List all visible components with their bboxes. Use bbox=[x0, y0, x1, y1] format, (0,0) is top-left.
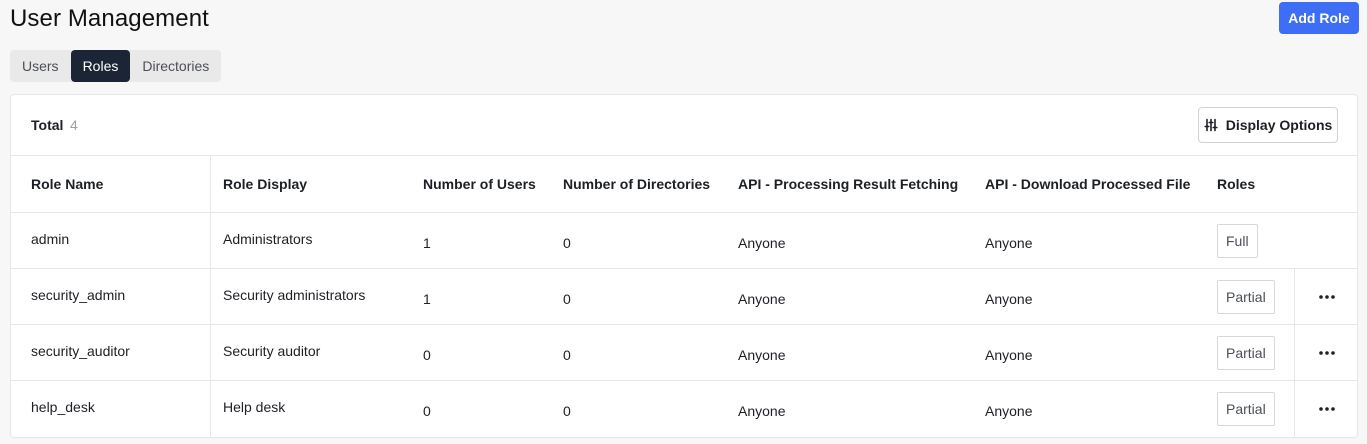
directories-count-cell: 0 bbox=[563, 403, 571, 419]
role-name-cell: admin bbox=[31, 230, 70, 247]
roles-badge[interactable]: Full bbox=[1217, 223, 1258, 258]
role-display-cell: Administrators bbox=[223, 230, 313, 247]
view-tabs: Users Roles Directories bbox=[10, 50, 222, 82]
column-header-number-of-directories[interactable]: Number of Directories bbox=[563, 156, 710, 212]
role-name-cell: help_desk bbox=[31, 399, 95, 415]
row-actions-button[interactable] bbox=[1307, 325, 1347, 380]
directories-count-cell: 0 bbox=[563, 234, 571, 251]
api-fetching-cell: Anyone bbox=[738, 403, 786, 419]
page-title: User Management bbox=[10, 5, 209, 32]
column-header-roles[interactable]: Roles bbox=[1217, 156, 1255, 212]
column-header-role-name[interactable]: Role Name bbox=[31, 156, 103, 212]
users-count-cell: 0 bbox=[423, 403, 431, 419]
directories-count-cell: 0 bbox=[563, 346, 571, 363]
more-horizontal-icon bbox=[1319, 294, 1335, 299]
row-actions-button[interactable] bbox=[1307, 381, 1347, 437]
role-display-cell: Security auditor bbox=[223, 342, 321, 359]
api-download-cell: Anyone bbox=[985, 403, 1033, 419]
tab-users[interactable]: Users bbox=[10, 50, 71, 82]
total-label: Total bbox=[31, 117, 64, 133]
role-display-cell: Security administrators bbox=[223, 286, 366, 303]
display-options-button[interactable]: Display Options bbox=[1198, 107, 1338, 143]
display-options-label: Display Options bbox=[1225, 117, 1333, 133]
column-header-number-of-users[interactable]: Number of Users bbox=[423, 156, 536, 212]
table-header-row: Role Name Role Display Number of Users N… bbox=[11, 156, 1357, 213]
users-count-cell: 0 bbox=[423, 346, 431, 363]
tab-roles[interactable]: Roles bbox=[70, 50, 131, 82]
directories-count-cell: 0 bbox=[563, 290, 571, 307]
roles-table-card: Total 4 Display Options Role Name Role D… bbox=[10, 94, 1358, 438]
table-row[interactable]: security_auditor Security auditor 0 0 An… bbox=[11, 325, 1357, 381]
users-count-cell: 1 bbox=[423, 234, 431, 251]
api-fetching-cell: Anyone bbox=[738, 290, 786, 307]
add-role-button[interactable]: Add Role bbox=[1279, 2, 1359, 34]
api-download-cell: Anyone bbox=[985, 234, 1033, 251]
role-display-cell: Help desk bbox=[223, 399, 286, 415]
api-fetching-cell: Anyone bbox=[738, 234, 786, 251]
role-name-cell: security_admin bbox=[31, 286, 126, 303]
role-name-cell: security_auditor bbox=[31, 342, 130, 359]
api-download-cell: Anyone bbox=[985, 290, 1033, 307]
table-toolbar: Total 4 Display Options bbox=[11, 95, 1357, 156]
more-horizontal-icon bbox=[1319, 350, 1335, 355]
users-count-cell: 1 bbox=[423, 290, 431, 307]
table-row[interactable]: help_desk Help desk 0 0 Anyone Anyone Pa… bbox=[11, 381, 1357, 437]
table-row[interactable]: admin Administrators 1 0 Anyone Anyone F… bbox=[11, 213, 1357, 269]
column-header-api-download-processed-file[interactable]: API - Download Processed File bbox=[985, 156, 1190, 212]
api-download-cell: Anyone bbox=[985, 346, 1033, 363]
total-count: 4 bbox=[70, 117, 78, 133]
api-fetching-cell: Anyone bbox=[738, 346, 786, 363]
roles-badge[interactable]: Partial bbox=[1217, 279, 1275, 314]
more-horizontal-icon bbox=[1319, 407, 1335, 411]
roles-badge[interactable]: Partial bbox=[1217, 392, 1275, 426]
column-header-role-display[interactable]: Role Display bbox=[223, 156, 307, 212]
roles-badge[interactable]: Partial bbox=[1217, 335, 1275, 370]
row-actions-button[interactable] bbox=[1307, 269, 1347, 324]
sliders-icon bbox=[1204, 118, 1218, 132]
tab-directories[interactable]: Directories bbox=[130, 50, 221, 82]
table-row[interactable]: security_admin Security administrators 1… bbox=[11, 269, 1357, 325]
column-header-api-processing-result-fetching[interactable]: API - Processing Result Fetching bbox=[738, 156, 958, 212]
